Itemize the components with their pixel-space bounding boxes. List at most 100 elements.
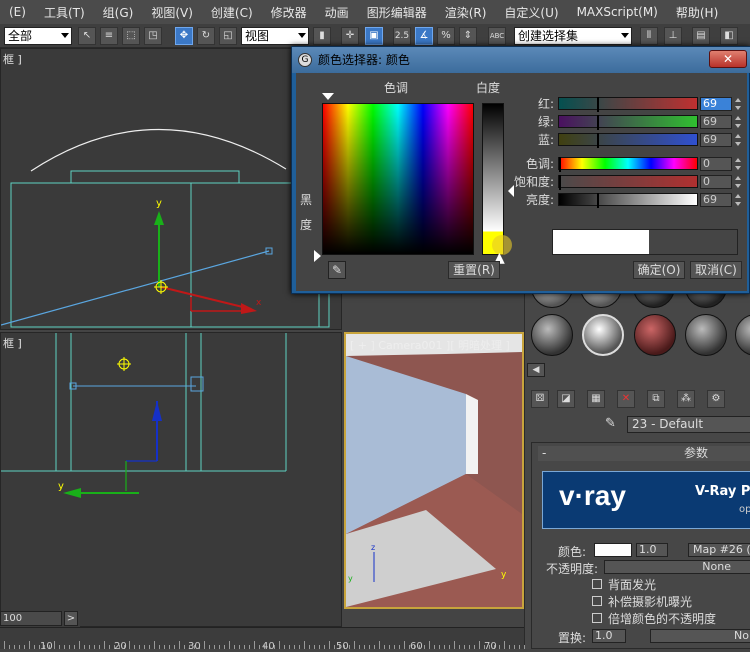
displace-map-button[interactable]: No [650, 629, 750, 643]
viewport-bottom-left[interactable]: 框 ] y [0, 332, 342, 627]
spinner-snap-icon[interactable]: ⇕ [459, 27, 477, 45]
timeline-ruler[interactable]: 10 20 30 40 50 60 70 [0, 627, 525, 652]
menu-item[interactable]: (E) [0, 5, 35, 19]
opacity-map-button[interactable]: None [604, 560, 750, 574]
menu-item[interactable]: 创建(C) [202, 4, 262, 21]
slider-handle[interactable] [559, 157, 561, 172]
hue-blackness-picker[interactable] [322, 103, 474, 255]
align-icon[interactable]: ⊥ [664, 27, 682, 45]
color-map-button[interactable]: Map #26 (b [688, 543, 750, 557]
slider-value-input[interactable]: 69 [700, 97, 732, 111]
slider-value-input[interactable]: 69 [700, 115, 732, 129]
menu-item[interactable]: 工具(T) [35, 4, 94, 21]
selection-filter-dropdown[interactable]: 全部 [4, 27, 72, 45]
color-slider[interactable] [558, 97, 698, 112]
spinner-arrows-icon[interactable] [734, 175, 742, 189]
color-slider[interactable] [558, 133, 698, 148]
angle-snap-icon[interactable]: ∡ [415, 27, 433, 45]
slider-handle[interactable] [597, 115, 599, 130]
rollout-header[interactable]: - 参数 [538, 446, 750, 461]
sample-sphere[interactable] [531, 314, 573, 356]
menu-item[interactable]: 视图(V) [142, 4, 202, 21]
percent-snap-icon[interactable]: % [437, 27, 455, 45]
copy-material-icon[interactable]: ⧉ [647, 390, 665, 408]
slider-value-input[interactable]: 0 [700, 175, 732, 189]
sample-sphere[interactable] [634, 314, 676, 356]
menu-item[interactable]: MAXScript(M) [568, 5, 667, 19]
rotate-tool-icon[interactable]: ↻ [197, 27, 215, 45]
material-name-field[interactable]: 23 - Default [627, 416, 750, 433]
time-slider[interactable]: 100 [0, 611, 62, 626]
sample-sphere-selected[interactable] [582, 314, 624, 356]
slider-value-input[interactable]: 69 [700, 133, 732, 147]
eyedropper-icon[interactable]: ✎ [328, 261, 346, 279]
reset-button[interactable]: 重置(R) [448, 261, 500, 279]
scale-tool-icon[interactable]: ◱ [219, 27, 237, 45]
menu-item[interactable]: 动画 [316, 4, 358, 21]
color-swatch[interactable] [594, 543, 632, 557]
next-frame-button[interactable]: > [64, 611, 78, 626]
ruler-tick [464, 645, 465, 649]
ok-button[interactable]: 确定(O) [633, 261, 685, 279]
menu-item[interactable]: 渲染(R) [436, 4, 496, 21]
viewport-camera[interactable]: z y y [ + ] Camera001 ][ 明暗处理 ] [344, 332, 524, 609]
snap-toggle-icon[interactable]: 2.5 [393, 27, 411, 45]
dialog-title-bar[interactable]: G 颜色选择器: 颜色 ✕ [292, 47, 750, 73]
scroll-left-button[interactable]: ◀ [527, 363, 545, 377]
spinner-arrows-icon[interactable] [734, 115, 742, 129]
color-slider[interactable] [558, 193, 698, 208]
mirror-icon[interactable]: ⫴ [640, 27, 658, 45]
move-tool-icon[interactable]: ✥ [175, 27, 193, 45]
select-by-name-icon[interactable]: ≡ [100, 27, 118, 45]
curve-editor-icon[interactable]: ◧ [720, 27, 738, 45]
get-material-icon[interactable]: ⚄ [531, 390, 549, 408]
spinner-arrows-icon[interactable] [734, 133, 742, 147]
color-multiplier[interactable]: 1.0 [636, 543, 668, 557]
menu-item[interactable]: 自定义(U) [495, 4, 567, 21]
spinner-arrows-icon[interactable] [734, 97, 742, 111]
put-material-icon[interactable]: ◪ [557, 390, 575, 408]
put-library-icon[interactable]: ⚙ [707, 390, 725, 408]
named-selection-dropdown[interactable]: 创建选择集 [514, 27, 632, 45]
color-slider[interactable] [558, 157, 698, 172]
menu-item[interactable]: 帮助(H) [667, 4, 727, 21]
ruler-tick [444, 645, 445, 649]
slider-value-input[interactable]: 69 [700, 193, 732, 207]
multiply-opacity-checkbox[interactable] [592, 613, 602, 623]
slider-handle[interactable] [597, 193, 599, 208]
reference-coord-dropdown[interactable]: 视图 [241, 27, 309, 45]
spinner-arrows-icon[interactable] [734, 193, 742, 207]
menu-item[interactable]: 修改器 [262, 4, 316, 21]
layer-manager-icon[interactable]: ▤ [692, 27, 710, 45]
keyboard-shortcut-icon[interactable]: ▣ [365, 27, 383, 45]
sample-sphere[interactable] [685, 314, 727, 356]
menu-item[interactable]: 组(G) [94, 4, 143, 21]
slider-handle[interactable] [597, 133, 599, 148]
sample-sphere[interactable] [735, 314, 750, 356]
compensate-checkbox[interactable] [592, 596, 602, 606]
select-object-icon[interactable]: ↖ [78, 27, 96, 45]
window-crossing-icon[interactable]: ◳ [144, 27, 162, 45]
displace-value[interactable]: 1.0 [592, 629, 626, 643]
pivot-icon[interactable]: ▮ [313, 27, 331, 45]
make-unique-icon[interactable]: ⁂ [677, 390, 695, 408]
eyedropper-icon[interactable]: ✎ [605, 416, 621, 432]
slider-value-input[interactable]: 0 [700, 157, 732, 171]
menu-item[interactable]: 图形编辑器 [358, 4, 436, 21]
assign-material-icon[interactable]: ▦ [587, 390, 605, 408]
color-preview [552, 229, 738, 255]
spinner-arrows-icon[interactable] [734, 157, 742, 171]
blackness-pointer-icon[interactable] [314, 250, 321, 262]
backside-checkbox[interactable] [592, 579, 602, 589]
color-slider[interactable] [558, 175, 698, 190]
cancel-button[interactable]: 取消(C) [690, 261, 742, 279]
slider-handle[interactable] [597, 97, 599, 112]
close-icon[interactable]: ✕ [709, 50, 747, 68]
delete-material-icon[interactable]: ✕ [617, 390, 635, 408]
color-slider[interactable] [558, 115, 698, 130]
hue-pointer-icon[interactable] [322, 93, 334, 100]
manipulate-icon[interactable]: ✛ [341, 27, 359, 45]
slider-handle[interactable] [559, 175, 561, 190]
edit-named-sets-icon[interactable]: ABC [488, 27, 506, 45]
rect-selection-icon[interactable]: ⬚ [122, 27, 140, 45]
